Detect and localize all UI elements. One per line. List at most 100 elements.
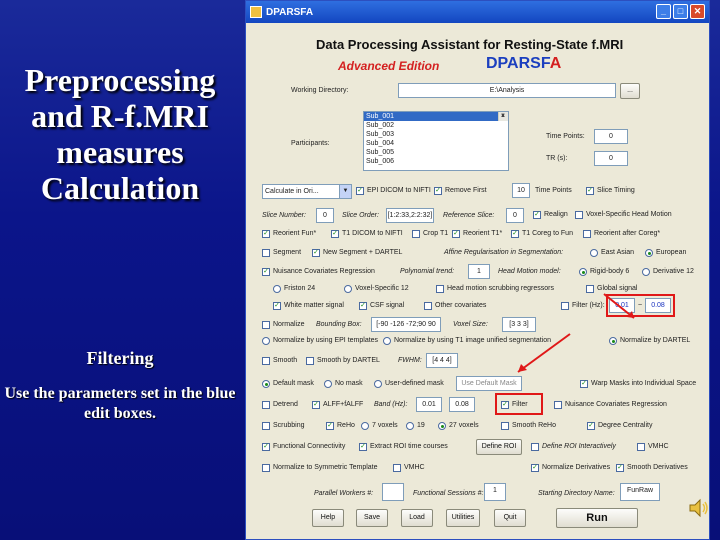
run-button[interactable]: Run	[556, 508, 638, 528]
friston24-radio[interactable]	[273, 285, 281, 293]
close-icon[interactable]: ✕	[690, 4, 705, 19]
slice-timing-checkbox[interactable]	[586, 187, 594, 195]
new-segment-checkbox[interactable]	[312, 249, 320, 257]
list-item[interactable]: Sub_004	[364, 139, 508, 148]
smooth-reho-checkbox[interactable]	[501, 422, 509, 430]
deriv12-radio[interactable]	[642, 268, 650, 276]
warp-masks-checkbox[interactable]	[580, 380, 588, 388]
default-mask-radio[interactable]	[262, 380, 270, 388]
minimize-icon[interactable]: _	[656, 4, 671, 19]
t1-dicom-checkbox[interactable]	[331, 230, 339, 238]
filter-top-checkbox[interactable]	[561, 302, 569, 310]
use-params-caption: Use the parameters set in the blue edit …	[4, 385, 236, 422]
reorient-after-label: Reorient after Coreg*	[594, 230, 661, 237]
list-item[interactable]: Sub_005	[364, 148, 508, 157]
remove-first-checkbox[interactable]	[434, 187, 442, 195]
nuisance-reg-checkbox[interactable]	[554, 401, 562, 409]
vmhc-top-checkbox[interactable]	[637, 443, 645, 451]
v7-radio[interactable]	[361, 422, 369, 430]
ref-slice-input[interactable]: 0	[506, 208, 524, 223]
polynomial-input[interactable]: 1	[468, 264, 490, 279]
functional-sessions-input[interactable]: 1	[484, 483, 506, 501]
band-high-input[interactable]: 0.08	[449, 397, 475, 412]
vmhc-checkbox[interactable]	[393, 464, 401, 472]
slice-number-input[interactable]: 0	[316, 208, 334, 223]
realign-checkbox[interactable]	[533, 211, 541, 219]
list-scrollbar[interactable]	[498, 112, 508, 121]
wm-signal-checkbox[interactable]	[273, 302, 281, 310]
reorient-t1-checkbox[interactable]	[452, 230, 460, 238]
starting-dir-input[interactable]: FunRaw	[620, 483, 660, 501]
user-mask-label: User-defined mask	[385, 380, 444, 387]
no-mask-radio[interactable]	[324, 380, 332, 388]
norm-t1-radio[interactable]	[383, 337, 391, 345]
parallel-input[interactable]	[382, 483, 404, 501]
participants-list[interactable]: Sub_001 Sub_002 Sub_003 Sub_004 Sub_005 …	[363, 111, 509, 171]
east-asian-radio[interactable]	[590, 249, 598, 257]
reorient-after-checkbox[interactable]	[583, 230, 591, 238]
v19-radio[interactable]	[406, 422, 414, 430]
list-item[interactable]: Sub_006	[364, 157, 508, 166]
rigid6-radio[interactable]	[579, 268, 587, 276]
speaker-icon[interactable]	[688, 498, 710, 518]
norm-dartel-radio[interactable]	[609, 337, 617, 345]
other-cov-checkbox[interactable]	[424, 302, 432, 310]
list-item[interactable]: Sub_003	[364, 130, 508, 139]
european-label: European	[656, 249, 687, 256]
european-radio[interactable]	[645, 249, 653, 257]
maximize-icon[interactable]: □	[673, 4, 688, 19]
t1-coreg-checkbox[interactable]	[511, 230, 519, 238]
browse-button[interactable]: ...	[620, 83, 640, 99]
tr-input[interactable]: 0	[594, 151, 628, 166]
extract-roi-checkbox[interactable]	[359, 443, 367, 451]
bounding-input[interactable]: [-90 -126 -72;90 90 108]	[371, 317, 441, 332]
polynomial-label: Polynomial trend:	[400, 268, 455, 275]
friston24-label: Friston 24	[284, 285, 316, 292]
nuisance-checkbox[interactable]	[262, 268, 270, 276]
band-low-input[interactable]: 0.01	[416, 397, 442, 412]
normalize-checkbox[interactable]	[262, 321, 270, 329]
extract-roi-label: Extract ROI time courses	[370, 443, 448, 450]
dparsfa-window: DPARSFA _ □ ✕ Data Processing Assistant …	[245, 0, 710, 540]
normalize-sym-checkbox[interactable]	[262, 464, 270, 472]
calc-space-select[interactable]: Calculate in Ori... ▼	[262, 184, 352, 199]
head-scrub-checkbox[interactable]	[436, 285, 444, 293]
smooth-dartel-checkbox[interactable]	[306, 357, 314, 365]
help-button[interactable]: Help	[312, 509, 344, 527]
global-signal-checkbox[interactable]	[586, 285, 594, 293]
slice-order-input[interactable]: [1:2:33,2:2:32]	[386, 208, 434, 223]
list-item[interactable]: Sub_002	[364, 121, 508, 130]
voxel12-radio[interactable]	[344, 285, 352, 293]
utilities-button[interactable]: Utilities	[446, 509, 480, 527]
smooth-deriv-checkbox[interactable]	[616, 464, 624, 472]
working-dir-input[interactable]: E:\Analysis	[398, 83, 616, 98]
normalize-deriv-checkbox[interactable]	[531, 464, 539, 472]
reho-checkbox[interactable]	[326, 422, 334, 430]
csf-signal-checkbox[interactable]	[359, 302, 367, 310]
rigid6-label: Rigid-body 6	[590, 268, 630, 275]
define-roi-inter-checkbox[interactable]	[531, 443, 539, 451]
time-points-input[interactable]: 0	[594, 129, 628, 144]
scrubbing-checkbox[interactable]	[262, 422, 270, 430]
alff-checkbox[interactable]	[312, 401, 320, 409]
reorient-fun-label: Reorient Fun*	[273, 230, 317, 237]
voxel-head-checkbox[interactable]	[575, 211, 583, 219]
load-button[interactable]: Load	[401, 509, 433, 527]
fwhm-input[interactable]: [4 4 4]	[426, 353, 458, 368]
smooth-checkbox[interactable]	[262, 357, 270, 365]
define-roi-button[interactable]: Define ROI	[476, 439, 522, 455]
user-mask-radio[interactable]	[374, 380, 382, 388]
reorient-fun-checkbox[interactable]	[262, 230, 270, 238]
quit-button[interactable]: Quit	[494, 509, 526, 527]
save-button[interactable]: Save	[356, 509, 388, 527]
norm-epi-radio[interactable]	[262, 337, 270, 345]
remove-first-input[interactable]: 10	[512, 183, 530, 198]
detrend-checkbox[interactable]	[262, 401, 270, 409]
epi-dicom-checkbox[interactable]	[356, 187, 364, 195]
list-item[interactable]: Sub_001	[364, 112, 508, 121]
functional-conn-checkbox[interactable]	[262, 443, 270, 451]
segment-checkbox[interactable]	[262, 249, 270, 257]
v27-radio[interactable]	[438, 422, 446, 430]
crop-t1-checkbox[interactable]	[412, 230, 420, 238]
degree-centrality-checkbox[interactable]	[587, 422, 595, 430]
